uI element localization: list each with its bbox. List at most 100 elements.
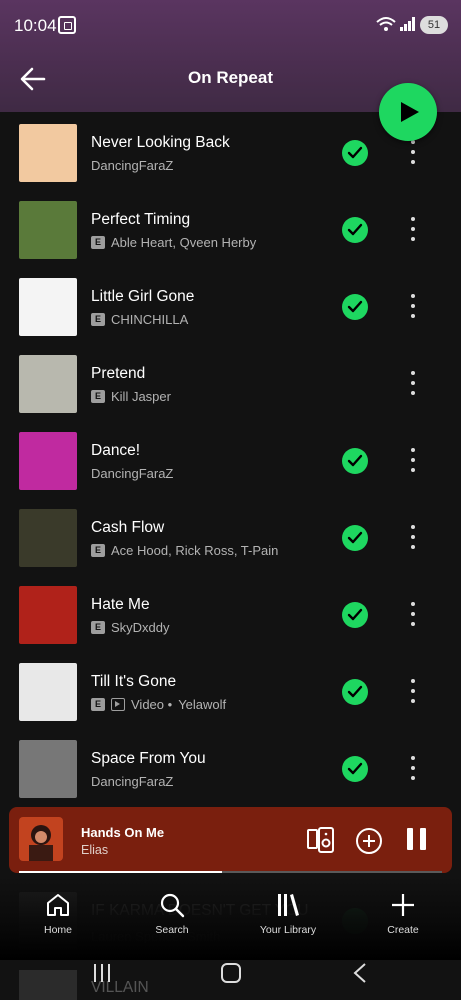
track-meta: DancingFaraZ bbox=[91, 774, 173, 789]
more-options-button[interactable] bbox=[402, 523, 424, 553]
more-options-button[interactable] bbox=[402, 754, 424, 784]
wifi-icon bbox=[376, 16, 396, 36]
track-row[interactable]: Dance! DancingFaraZ bbox=[0, 420, 461, 497]
track-title: Space From You bbox=[91, 750, 206, 767]
devices-icon bbox=[307, 827, 334, 853]
check-icon bbox=[347, 223, 363, 236]
track-title: Pretend bbox=[91, 365, 146, 382]
now-playing-artist: Elias bbox=[81, 843, 109, 857]
check-icon bbox=[347, 531, 363, 544]
nav-home[interactable]: Home bbox=[13, 892, 103, 936]
track-row[interactable]: Space From You DancingFaraZ bbox=[0, 728, 461, 805]
track-title: Dance! bbox=[91, 442, 141, 459]
recent-apps-button[interactable] bbox=[94, 964, 110, 982]
status-bar: 10:04 51 bbox=[0, 0, 461, 52]
check-icon bbox=[347, 454, 363, 467]
screenshot-icon bbox=[58, 16, 76, 34]
explicit-badge: E bbox=[91, 698, 105, 711]
check-icon bbox=[347, 762, 363, 775]
track-title: Cash Flow bbox=[91, 519, 165, 536]
track-title: Hate Me bbox=[91, 596, 150, 613]
track-meta: E Video • Yelawolf bbox=[91, 697, 226, 712]
album-art bbox=[19, 432, 77, 490]
now-playing-title: Hands On Me bbox=[81, 825, 165, 840]
track-title: Little Girl Gone bbox=[91, 288, 195, 305]
more-options-button[interactable] bbox=[402, 446, 424, 476]
more-options-button[interactable] bbox=[402, 138, 424, 168]
track-title: Till It's Gone bbox=[91, 673, 177, 690]
nav-library[interactable]: Your Library bbox=[243, 892, 333, 936]
system-home-button[interactable] bbox=[221, 963, 241, 983]
play-icon bbox=[401, 102, 419, 122]
play-button[interactable] bbox=[379, 83, 437, 141]
liked-check-button[interactable] bbox=[342, 294, 368, 320]
explicit-badge: E bbox=[91, 621, 105, 634]
track-title: Perfect Timing bbox=[91, 211, 191, 228]
track-artist: Ace Hood, Rick Ross, T-Pain bbox=[111, 543, 279, 558]
track-artist: DancingFaraZ bbox=[91, 774, 174, 789]
liked-check-button[interactable] bbox=[342, 217, 368, 243]
liked-check-button[interactable] bbox=[342, 602, 368, 628]
track-row[interactable]: Pretend E Kill Jasper bbox=[0, 343, 461, 420]
track-meta: DancingFaraZ bbox=[91, 158, 173, 173]
video-label: Video • bbox=[131, 697, 173, 712]
album-art bbox=[19, 278, 77, 336]
page-title: On Repeat bbox=[187, 68, 274, 87]
track-meta: E CHINCHILLA bbox=[91, 312, 188, 327]
plus-circle-icon bbox=[356, 828, 382, 854]
chevron-left-icon bbox=[353, 963, 366, 983]
more-options-button[interactable] bbox=[402, 215, 424, 245]
mini-player[interactable]: Hands On Me Elias bbox=[9, 807, 452, 873]
nav-home-label: Home bbox=[43, 924, 72, 936]
track-meta: E Ace Hood, Rick Ross, T-Pain bbox=[91, 543, 278, 558]
album-art bbox=[19, 355, 77, 413]
track-artist: Kill Jasper bbox=[111, 389, 171, 404]
check-icon bbox=[347, 300, 363, 313]
track-row[interactable]: Till It's Gone E Video • Yelawolf bbox=[0, 651, 461, 728]
connect-device-button[interactable] bbox=[307, 827, 335, 853]
track-row[interactable]: Little Girl Gone E CHINCHILLA bbox=[0, 266, 461, 343]
liked-check-button[interactable] bbox=[342, 679, 368, 705]
track-meta: E Able Heart, Qveen Herby bbox=[91, 235, 256, 250]
more-options-button[interactable] bbox=[402, 600, 424, 630]
check-icon bbox=[347, 608, 363, 621]
explicit-badge: E bbox=[91, 390, 105, 403]
liked-check-button[interactable] bbox=[342, 140, 368, 166]
pause-button[interactable] bbox=[405, 828, 429, 852]
more-options-button[interactable] bbox=[402, 292, 424, 322]
track-artist: CHINCHILLA bbox=[111, 312, 189, 327]
nav-library-label: Your Library bbox=[259, 924, 317, 936]
track-row[interactable]: Hate Me E SkyDxddy bbox=[0, 574, 461, 651]
pause-icon bbox=[407, 828, 413, 850]
playback-progress[interactable] bbox=[19, 871, 442, 873]
album-art bbox=[19, 586, 77, 644]
track-row[interactable]: Cash Flow E Ace Hood, Rick Ross, T-Pain bbox=[0, 497, 461, 574]
album-art bbox=[19, 124, 77, 182]
nav-search-label: Search bbox=[155, 924, 189, 936]
explicit-badge: E bbox=[91, 313, 105, 326]
track-artist: DancingFaraZ bbox=[91, 158, 174, 173]
check-icon bbox=[347, 146, 363, 159]
more-options-button[interactable] bbox=[402, 677, 424, 707]
nav-search[interactable]: Search bbox=[127, 892, 217, 936]
add-to-playlist-button[interactable] bbox=[355, 827, 383, 855]
search-icon bbox=[160, 893, 185, 918]
battery-icon: 51 bbox=[420, 16, 448, 34]
album-art bbox=[19, 740, 77, 798]
system-back-button[interactable] bbox=[352, 962, 368, 984]
more-options-button[interactable] bbox=[402, 369, 424, 399]
explicit-badge: E bbox=[91, 236, 105, 249]
now-playing-art bbox=[19, 817, 63, 861]
check-icon bbox=[347, 685, 363, 698]
liked-check-button[interactable] bbox=[342, 448, 368, 474]
nav-create[interactable]: Create bbox=[358, 892, 448, 936]
track-artist: SkyDxddy bbox=[111, 620, 170, 635]
status-time: 10:04 bbox=[14, 16, 57, 35]
track-row[interactable]: Perfect Timing E Able Heart, Qveen Herby bbox=[0, 189, 461, 266]
track-title: Never Looking Back bbox=[91, 134, 230, 151]
liked-check-button[interactable] bbox=[342, 756, 368, 782]
signal-icon bbox=[400, 17, 416, 31]
liked-check-button[interactable] bbox=[342, 525, 368, 551]
track-meta: E Kill Jasper bbox=[91, 389, 171, 404]
track-meta: DancingFaraZ bbox=[91, 466, 173, 481]
